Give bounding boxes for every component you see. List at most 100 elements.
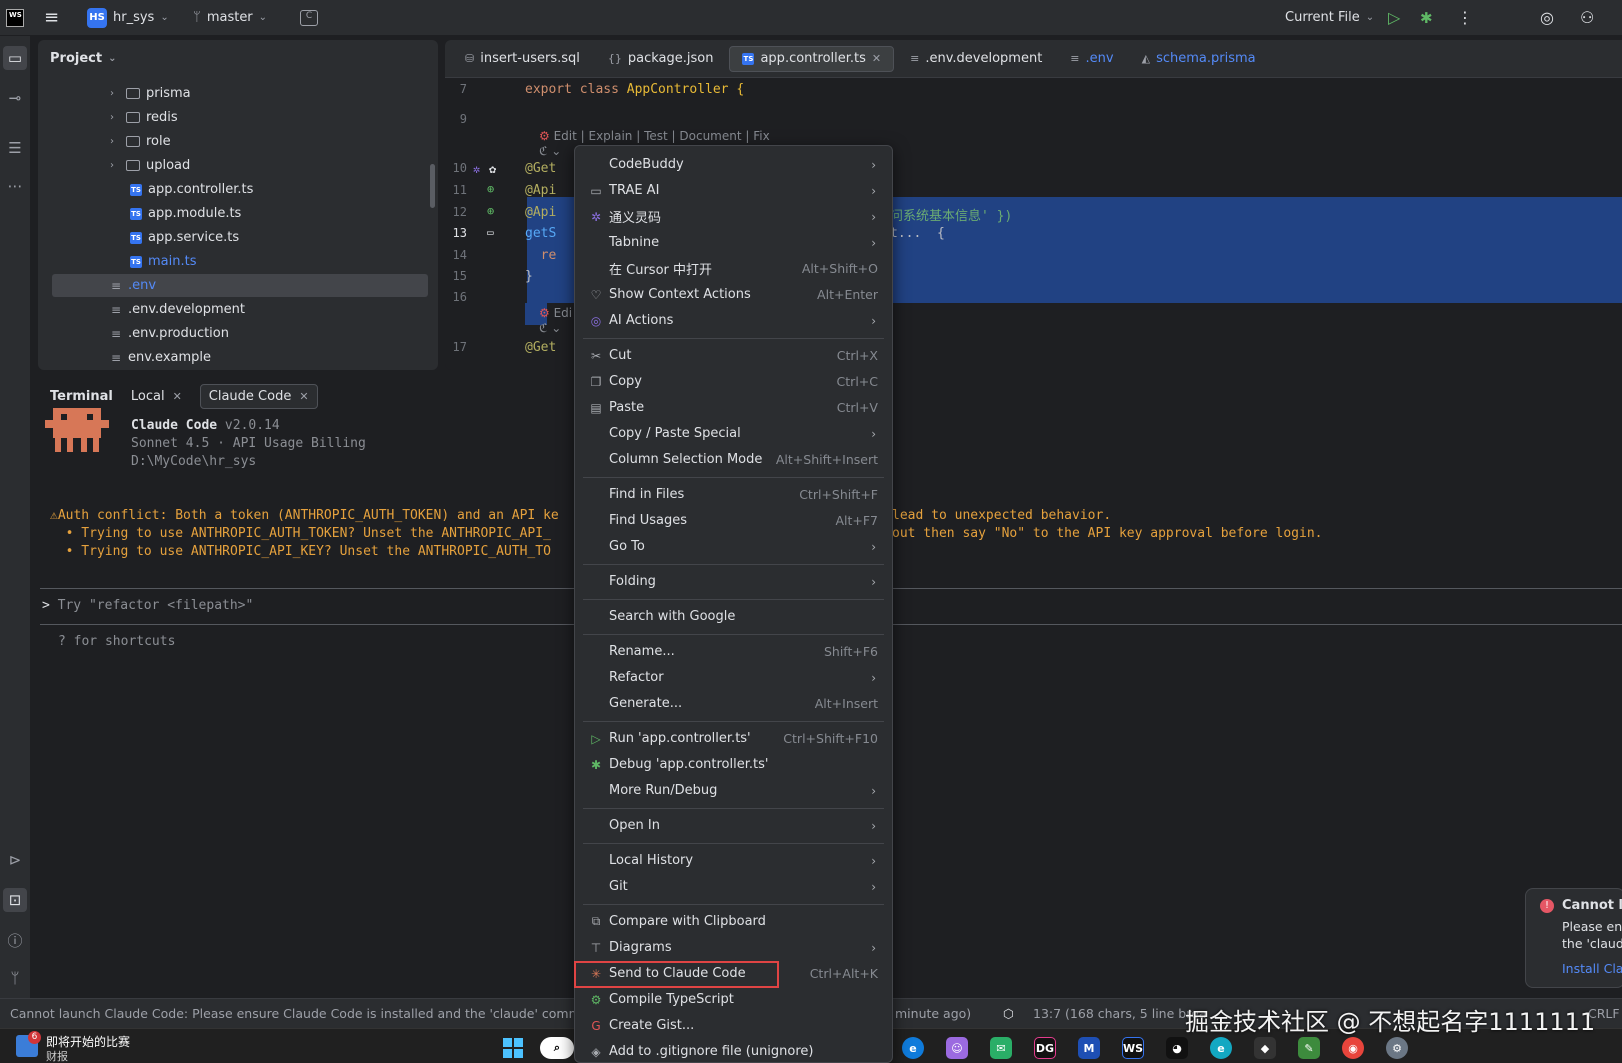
menu-item-local-history[interactable]: Local History › bbox=[579, 848, 888, 873]
run-icon[interactable]: ▷ bbox=[1388, 8, 1400, 27]
add-user-icon[interactable]: ⚇ bbox=[1580, 8, 1594, 27]
tree-item-env-development[interactable]: ≡ .env.development bbox=[110, 298, 245, 321]
ai-gutter-icon[interactable]: ✲ bbox=[473, 162, 480, 176]
ai-inlay-hint-2[interactable]: ⚙ Edi bbox=[539, 306, 572, 320]
tree-item-app-controller[interactable]: TS app.controller.ts bbox=[130, 178, 253, 201]
scrollbar[interactable] bbox=[430, 164, 435, 208]
project-panel-header[interactable]: Project ⌄ bbox=[38, 40, 438, 76]
close-icon[interactable]: ✕ bbox=[872, 52, 881, 65]
app-icon[interactable]: ☺ bbox=[946, 1037, 968, 1059]
menu-item-ai-actions[interactable]: ◎ AI Actions › bbox=[579, 308, 888, 333]
search-icon[interactable]: ⌕ bbox=[540, 1037, 574, 1059]
caret-position[interactable]: 13:7 (168 chars, 5 line brea bbox=[1033, 1006, 1206, 1021]
menu-item-copy[interactable]: ❐ Copy Ctrl+C bbox=[579, 369, 888, 394]
menu-item-run[interactable]: ▷ Run 'app.controller.ts' Ctrl+Shift+F10 bbox=[579, 726, 888, 751]
datagrip-icon[interactable]: DG bbox=[1034, 1037, 1056, 1059]
menu-item-refactor[interactable]: Refactor › bbox=[579, 665, 888, 690]
windows-start-icon[interactable] bbox=[502, 1037, 524, 1059]
tab-claude-code[interactable]: Claude Code ✕ bbox=[199, 383, 318, 409]
menu-item-folding[interactable]: Folding › bbox=[579, 569, 888, 594]
tab-app-controller[interactable]: TS app.controller.ts ✕ bbox=[729, 45, 895, 72]
tab-insert-users-sql[interactable]: ⛁ insert-users.sql bbox=[453, 46, 592, 72]
tab-package-json[interactable]: {} package.json bbox=[596, 46, 726, 72]
settings-icon[interactable]: ⚙ bbox=[1386, 1037, 1408, 1059]
inlay-icon[interactable]: ℭ ⌄ bbox=[539, 321, 561, 335]
branch-selector[interactable]: ᛘ master ⌄ bbox=[193, 10, 267, 25]
menu-item-cut[interactable]: ✂ Cut Ctrl+X bbox=[579, 343, 888, 368]
cursor-icon[interactable]: ◆ bbox=[1254, 1037, 1276, 1059]
inlay-icon[interactable]: ℭ ⌄ bbox=[539, 144, 561, 158]
settings-status-icon[interactable]: ⬡ bbox=[1003, 1006, 1014, 1021]
tree-item-env[interactable]: ≡ .env bbox=[52, 274, 428, 297]
endpoint-gutter-icon[interactable]: ⊕ bbox=[487, 182, 494, 196]
tree-item-upload[interactable]: › upload bbox=[110, 154, 190, 177]
commit-icon[interactable]: ⊸ bbox=[3, 86, 27, 110]
comment-gutter-icon[interactable]: ▭ bbox=[487, 226, 494, 239]
menu-item-rename[interactable]: Rename... Shift+F6 bbox=[579, 639, 888, 664]
run-config-selector[interactable]: Current File ⌄ bbox=[1285, 10, 1374, 25]
qq-icon[interactable]: ◕ bbox=[1166, 1037, 1188, 1059]
menu-item-open-in-cursor[interactable]: 在 Cursor 中打开 Alt+Shift+O bbox=[579, 256, 888, 281]
menu-item-compile-typescript[interactable]: ⚙ Compile TypeScript bbox=[579, 987, 888, 1012]
tree-item-main[interactable]: TS main.ts bbox=[130, 250, 196, 273]
close-icon[interactable]: ✕ bbox=[299, 390, 308, 403]
project-selector[interactable]: HS hr_sys ⌄ bbox=[87, 7, 169, 28]
install-claude-link[interactable]: Install Clau bbox=[1562, 961, 1622, 976]
webstorm-icon[interactable]: WS bbox=[1122, 1037, 1144, 1059]
notepad-icon[interactable]: ✎ bbox=[1298, 1037, 1320, 1059]
menu-item-add-gitignore[interactable]: ◈ Add to .gitignore file (unignore) bbox=[579, 1039, 888, 1063]
structure-icon[interactable]: ☰ bbox=[3, 136, 27, 160]
main-menu-icon[interactable]: ≡ bbox=[44, 7, 59, 28]
tree-item-env-example[interactable]: ≡ env.example bbox=[110, 346, 211, 369]
menu-item-paste[interactable]: ▤ Paste Ctrl+V bbox=[579, 395, 888, 420]
tree-item-app-service[interactable]: TS app.service.ts bbox=[130, 226, 239, 249]
menu-item-git[interactable]: Git › bbox=[579, 874, 888, 899]
tree-item-env-production[interactable]: ≡ .env.production bbox=[110, 322, 229, 345]
menu-item-show-context-actions[interactable]: ♡ Show Context Actions Alt+Enter bbox=[579, 282, 888, 307]
edge-icon[interactable]: e bbox=[902, 1037, 924, 1059]
terminal-icon[interactable]: ⊡ bbox=[3, 888, 27, 912]
menu-item-find-usages[interactable]: Find Usages Alt+F7 bbox=[579, 508, 888, 533]
tree-item-app-module[interactable]: TS app.module.ts bbox=[130, 202, 241, 225]
tab-schema-prisma[interactable]: ◭ schema.prisma bbox=[1130, 46, 1268, 72]
debug-icon[interactable]: ✱ bbox=[1420, 9, 1433, 27]
tab-env[interactable]: ≡ .env bbox=[1058, 46, 1125, 72]
more-options-icon[interactable]: ⋮ bbox=[1457, 8, 1473, 27]
ai-assistant-icon[interactable]: ◎ bbox=[1540, 8, 1554, 27]
prompt[interactable]: > Try "refactor <filepath>" bbox=[42, 598, 253, 613]
problems-icon[interactable]: ⓘ bbox=[3, 928, 27, 952]
error-notification[interactable]: ! Cannot la Please ens the 'claude Insta… bbox=[1525, 888, 1622, 988]
ai-inlay-hint[interactable]: ⚙ Edit | Explain | Test | Document | Fix bbox=[539, 129, 770, 143]
menu-item-tongyi[interactable]: ✲ 通义灵码 › bbox=[579, 204, 888, 229]
status-message[interactable]: Cannot launch Claude Code: Please ensure… bbox=[10, 1006, 618, 1021]
menu-item-diagrams[interactable]: ⊤ Diagrams › bbox=[579, 935, 888, 960]
wechat-icon[interactable]: ✉ bbox=[990, 1037, 1012, 1059]
tab-env-development[interactable]: ≡ .env.development bbox=[898, 46, 1054, 72]
app-m-icon[interactable]: M bbox=[1078, 1037, 1100, 1059]
folder-icon[interactable]: ▭ bbox=[3, 46, 27, 70]
menu-item-trae-ai[interactable]: ▭ TRAE AI › bbox=[579, 178, 888, 203]
menu-item-column-selection[interactable]: Column Selection Mode Alt+Shift+Insert bbox=[579, 447, 888, 472]
settings-gutter-icon[interactable]: ✿ bbox=[489, 162, 496, 176]
services-icon[interactable]: ⊳ bbox=[3, 848, 27, 872]
menu-item-more-run-debug[interactable]: More Run/Debug › bbox=[579, 778, 888, 803]
menu-item-codebuddy[interactable]: CodeBuddy › bbox=[579, 152, 888, 177]
tree-item-prisma[interactable]: › prisma bbox=[110, 82, 191, 105]
chrome-icon[interactable]: ◉ bbox=[1342, 1037, 1364, 1059]
menu-item-compare-clipboard[interactable]: ⧉ Compare with Clipboard bbox=[579, 909, 888, 934]
terminal-widget-icon[interactable]: C bbox=[300, 9, 318, 26]
menu-item-go-to[interactable]: Go To › bbox=[579, 534, 888, 559]
menu-item-find-in-files[interactable]: Find in Files Ctrl+Shift+F bbox=[579, 482, 888, 507]
more-tools-icon[interactable]: ⋯ bbox=[3, 174, 27, 198]
close-icon[interactable]: ✕ bbox=[173, 390, 182, 403]
tree-item-redis[interactable]: › redis bbox=[110, 106, 178, 129]
git-icon[interactable]: ᛘ bbox=[3, 966, 27, 990]
menu-item-create-gist[interactable]: G Create Gist... bbox=[579, 1013, 888, 1038]
menu-item-copy-paste-special[interactable]: Copy / Paste Special › bbox=[579, 421, 888, 446]
menu-item-open-in[interactable]: Open In › bbox=[579, 813, 888, 838]
menu-item-send-to-claude-code[interactable]: ✳ Send to Claude Code Ctrl+Alt+K bbox=[579, 961, 888, 986]
edge-dev-icon[interactable]: e bbox=[1210, 1037, 1232, 1059]
endpoint-gutter-icon[interactable]: ⊕ bbox=[487, 204, 494, 218]
menu-item-tabnine[interactable]: Tabnine › bbox=[579, 230, 888, 255]
menu-item-search-google[interactable]: Search with Google bbox=[579, 604, 888, 629]
